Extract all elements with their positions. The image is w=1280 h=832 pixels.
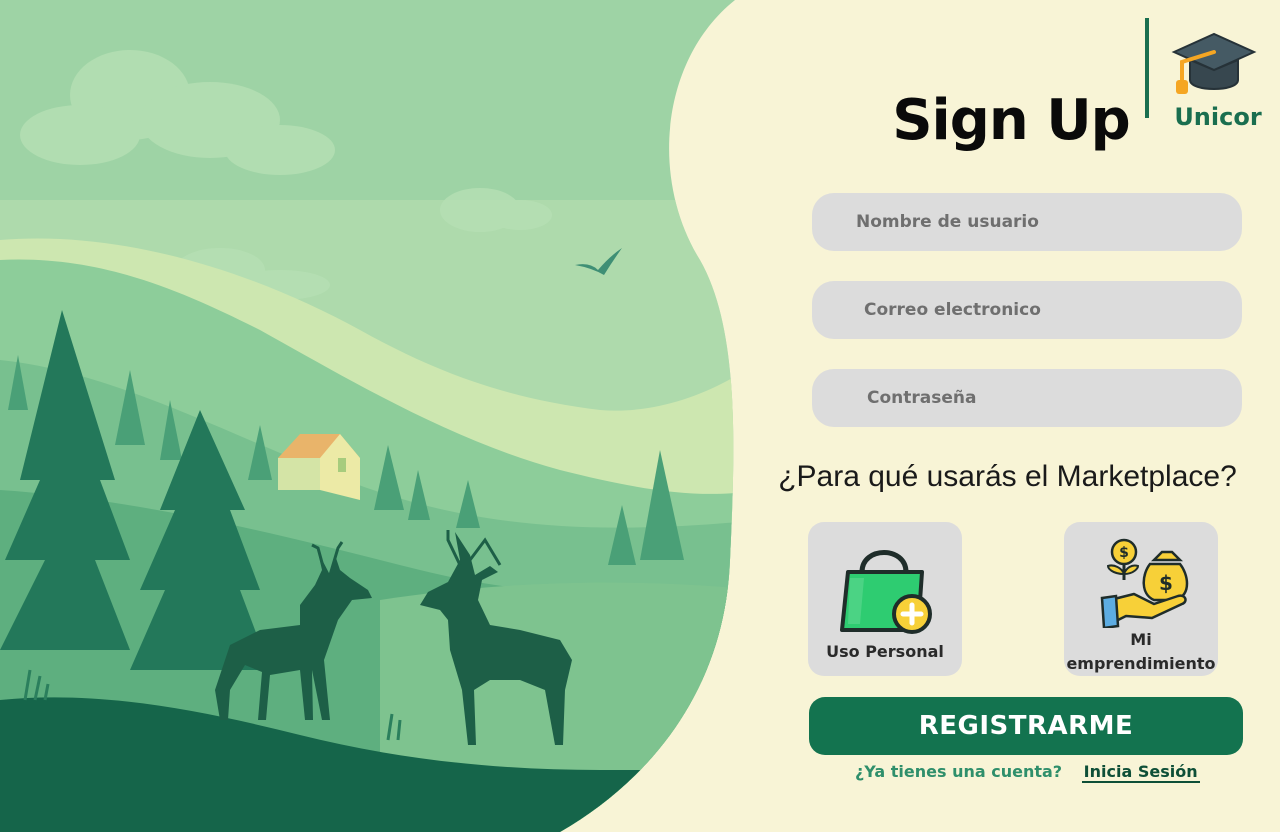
register-button[interactable]: REGISTRARME <box>809 697 1243 755</box>
login-prompt: ¿Ya tienes una cuenta? Inicia Sesión <box>855 762 1200 783</box>
svg-text:$: $ <box>1159 571 1173 595</box>
username-input[interactable] <box>812 193 1242 251</box>
option-personal-use[interactable]: Uso Personal <box>808 522 962 676</box>
option-personal-label: Uso Personal <box>826 642 944 661</box>
logo-divider <box>1145 18 1149 118</box>
option-entrepreneurship-label-line1: Mi <box>1130 630 1152 649</box>
email-input[interactable] <box>812 281 1242 339</box>
option-entrepreneurship-label-line2: emprendimiento <box>1066 654 1216 673</box>
shopping-bag-plus-icon <box>840 550 932 634</box>
brand-name: Unicor <box>1174 103 1262 131</box>
purpose-question: ¿Para qué usarás el Marketplace? <box>778 460 1237 493</box>
login-link[interactable]: Inicia Sesión <box>1081 762 1200 783</box>
password-input[interactable] <box>812 369 1242 427</box>
money-growth-hand-icon: $ $ <box>1100 538 1189 628</box>
option-entrepreneurship[interactable]: $ $ Mi emprendimiento <box>1064 522 1218 676</box>
graduation-cap-icon <box>1171 32 1257 94</box>
login-question: ¿Ya tienes una cuenta? <box>855 762 1063 781</box>
svg-text:$: $ <box>1119 545 1129 561</box>
page-title: Sign Up <box>892 88 1131 153</box>
